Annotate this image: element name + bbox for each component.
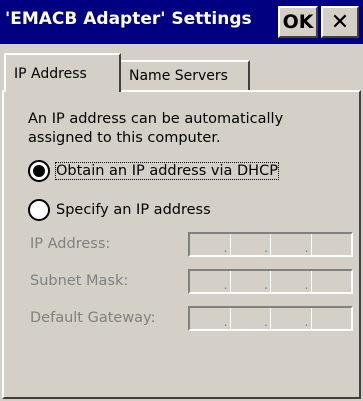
subnet-mask-field: . . . [188,269,353,294]
ip-address-label: IP Address: [30,236,111,252]
ip-octet [312,308,352,329]
radio-specify[interactable]: Specify an IP address [28,197,211,223]
window-title: 'EMACB Adapter' Settings [5,9,252,29]
radio-specify-label[interactable]: Specify an IP address [56,202,211,218]
default-gateway-label: Default Gateway: [30,310,156,326]
subnet-mask-label: Subnet Mask: [30,273,129,289]
description-text: An IP address can be automatically assig… [28,111,284,146]
settings-dialog: 'EMACB Adapter' Settings OK ✕ IP Address… [0,0,363,401]
ip-octet: . [190,234,231,255]
ip-address-field: . . . [188,232,353,257]
tab-name-servers[interactable]: Name Servers [121,60,250,90]
ip-octet: . [190,308,231,329]
radio-checked-icon[interactable] [28,160,50,182]
tab-label: Name Servers [129,68,228,84]
ip-octet: . [271,271,312,292]
ip-octet: . [271,234,312,255]
title-bar: 'EMACB Adapter' Settings OK ✕ [0,0,363,44]
tab-ip-address[interactable]: IP Address [4,53,121,92]
radio-dhcp[interactable]: Obtain an IP address via DHCP [28,158,279,184]
radio-dhcp-label[interactable]: Obtain an IP address via DHCP [55,162,279,180]
close-button[interactable]: ✕ [321,6,359,38]
tab-label: IP Address [14,66,87,82]
close-icon: ✕ [330,9,350,35]
ip-octet [312,234,352,255]
ip-octet: . [271,308,312,329]
ip-octet: . [231,271,271,292]
ip-octet: . [231,234,271,255]
ip-octet: . [190,271,231,292]
default-gateway-field: . . . [188,306,353,331]
ok-button[interactable]: OK [278,6,318,38]
radio-unchecked-icon[interactable] [28,199,50,221]
ip-octet: . [231,308,271,329]
ip-octet [312,271,352,292]
